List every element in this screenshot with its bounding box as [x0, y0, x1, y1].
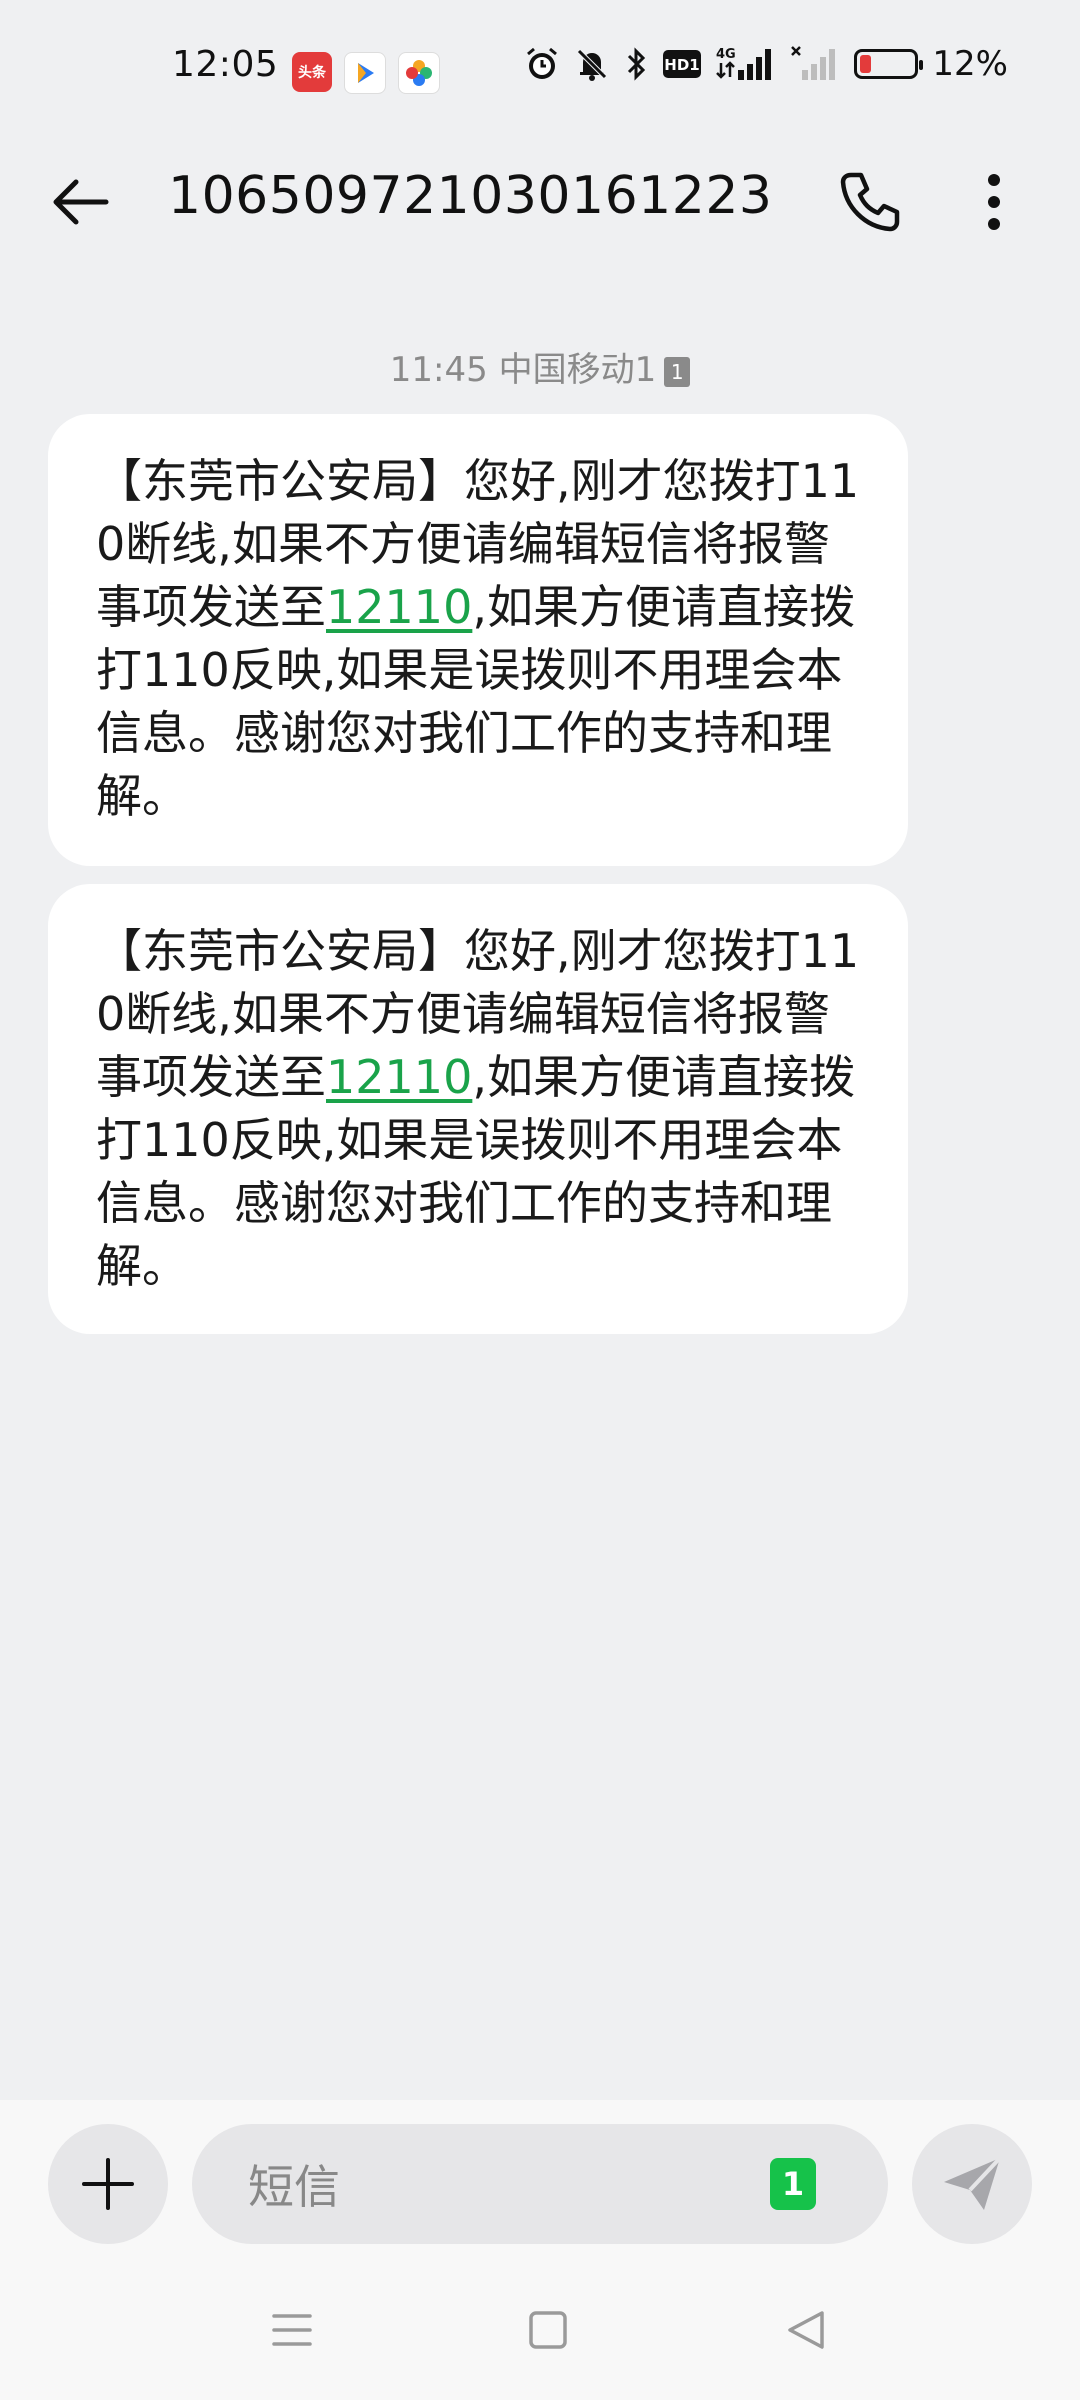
- battery-percent: 12%: [932, 44, 1008, 84]
- color-wheel-app-icon: [398, 52, 440, 94]
- sim-select-button[interactable]: 1: [770, 2158, 816, 2210]
- play-app-icon: [344, 52, 386, 94]
- toutiao-app-label: 头条: [298, 65, 326, 81]
- signal-no-sim-icon: [790, 44, 840, 84]
- toutiao-app-icon: 头条: [292, 52, 332, 92]
- more-vertical-icon: [988, 174, 1000, 230]
- add-attachment-button[interactable]: [48, 2124, 168, 2244]
- status-app-icons: 头条: [292, 52, 440, 94]
- phone-number-link[interactable]: 12110: [326, 580, 472, 634]
- back-button[interactable]: [44, 166, 116, 238]
- triangle-back-icon: [788, 2311, 824, 2349]
- battery-icon: [854, 44, 924, 84]
- plus-icon: [82, 2158, 134, 2210]
- hd-icon: HD1: [662, 44, 702, 84]
- mute-bell-icon: [574, 44, 610, 84]
- phone-icon: [840, 172, 900, 232]
- message-time: 11:45: [389, 350, 488, 390]
- status-time: 12:05: [172, 44, 279, 85]
- sim-badge: 1: [664, 357, 691, 387]
- phone-number-link[interactable]: 12110: [326, 1050, 472, 1104]
- message-bubble[interactable]: 【东莞市公安局】您好,刚才您拨打110断线,如果不方便请编辑短信将报警事项发送至…: [48, 884, 908, 1334]
- status-indicators: HD1 4G 12%: [524, 42, 1008, 86]
- system-nav-bar: [0, 2260, 1080, 2400]
- alarm-icon: [524, 44, 560, 84]
- signal-4g-icon: 4G: [716, 44, 776, 84]
- nav-menu-button[interactable]: [262, 2300, 322, 2360]
- call-button[interactable]: [832, 164, 908, 240]
- hd-label: HD1: [665, 56, 700, 74]
- more-options-button[interactable]: [964, 164, 1024, 240]
- contact-title: 10650972103016​1223: [168, 166, 773, 226]
- battery-level: [860, 55, 872, 73]
- message-bubble[interactable]: 【东莞市公安局】您好,刚才您拨打110断线,如果不方便请编辑短信将报警事项发送至…: [48, 414, 908, 866]
- network-label: 4G: [716, 47, 736, 62]
- send-button[interactable]: [912, 2124, 1032, 2244]
- conversation-header: 10650972103016​1223: [0, 140, 1080, 250]
- home-square-icon: [529, 2311, 567, 2349]
- arrow-left-icon: [53, 179, 109, 225]
- nav-home-button[interactable]: [518, 2300, 578, 2360]
- menu-icon: [272, 2314, 312, 2346]
- nav-back-button[interactable]: [776, 2300, 836, 2360]
- message-timestamp: 11:45 中国移动1 1: [0, 342, 1080, 391]
- sms-input-placeholder: 短信: [248, 2160, 340, 2214]
- send-icon: [944, 2156, 1002, 2210]
- bluetooth-icon: [624, 44, 648, 84]
- battery-outline: [854, 49, 924, 79]
- message-carrier: 中国移动1: [498, 350, 657, 390]
- status-bar: 12:05 头条 HD1 4G 12%: [0, 0, 1080, 140]
- sms-input[interactable]: 短信 1: [192, 2124, 888, 2244]
